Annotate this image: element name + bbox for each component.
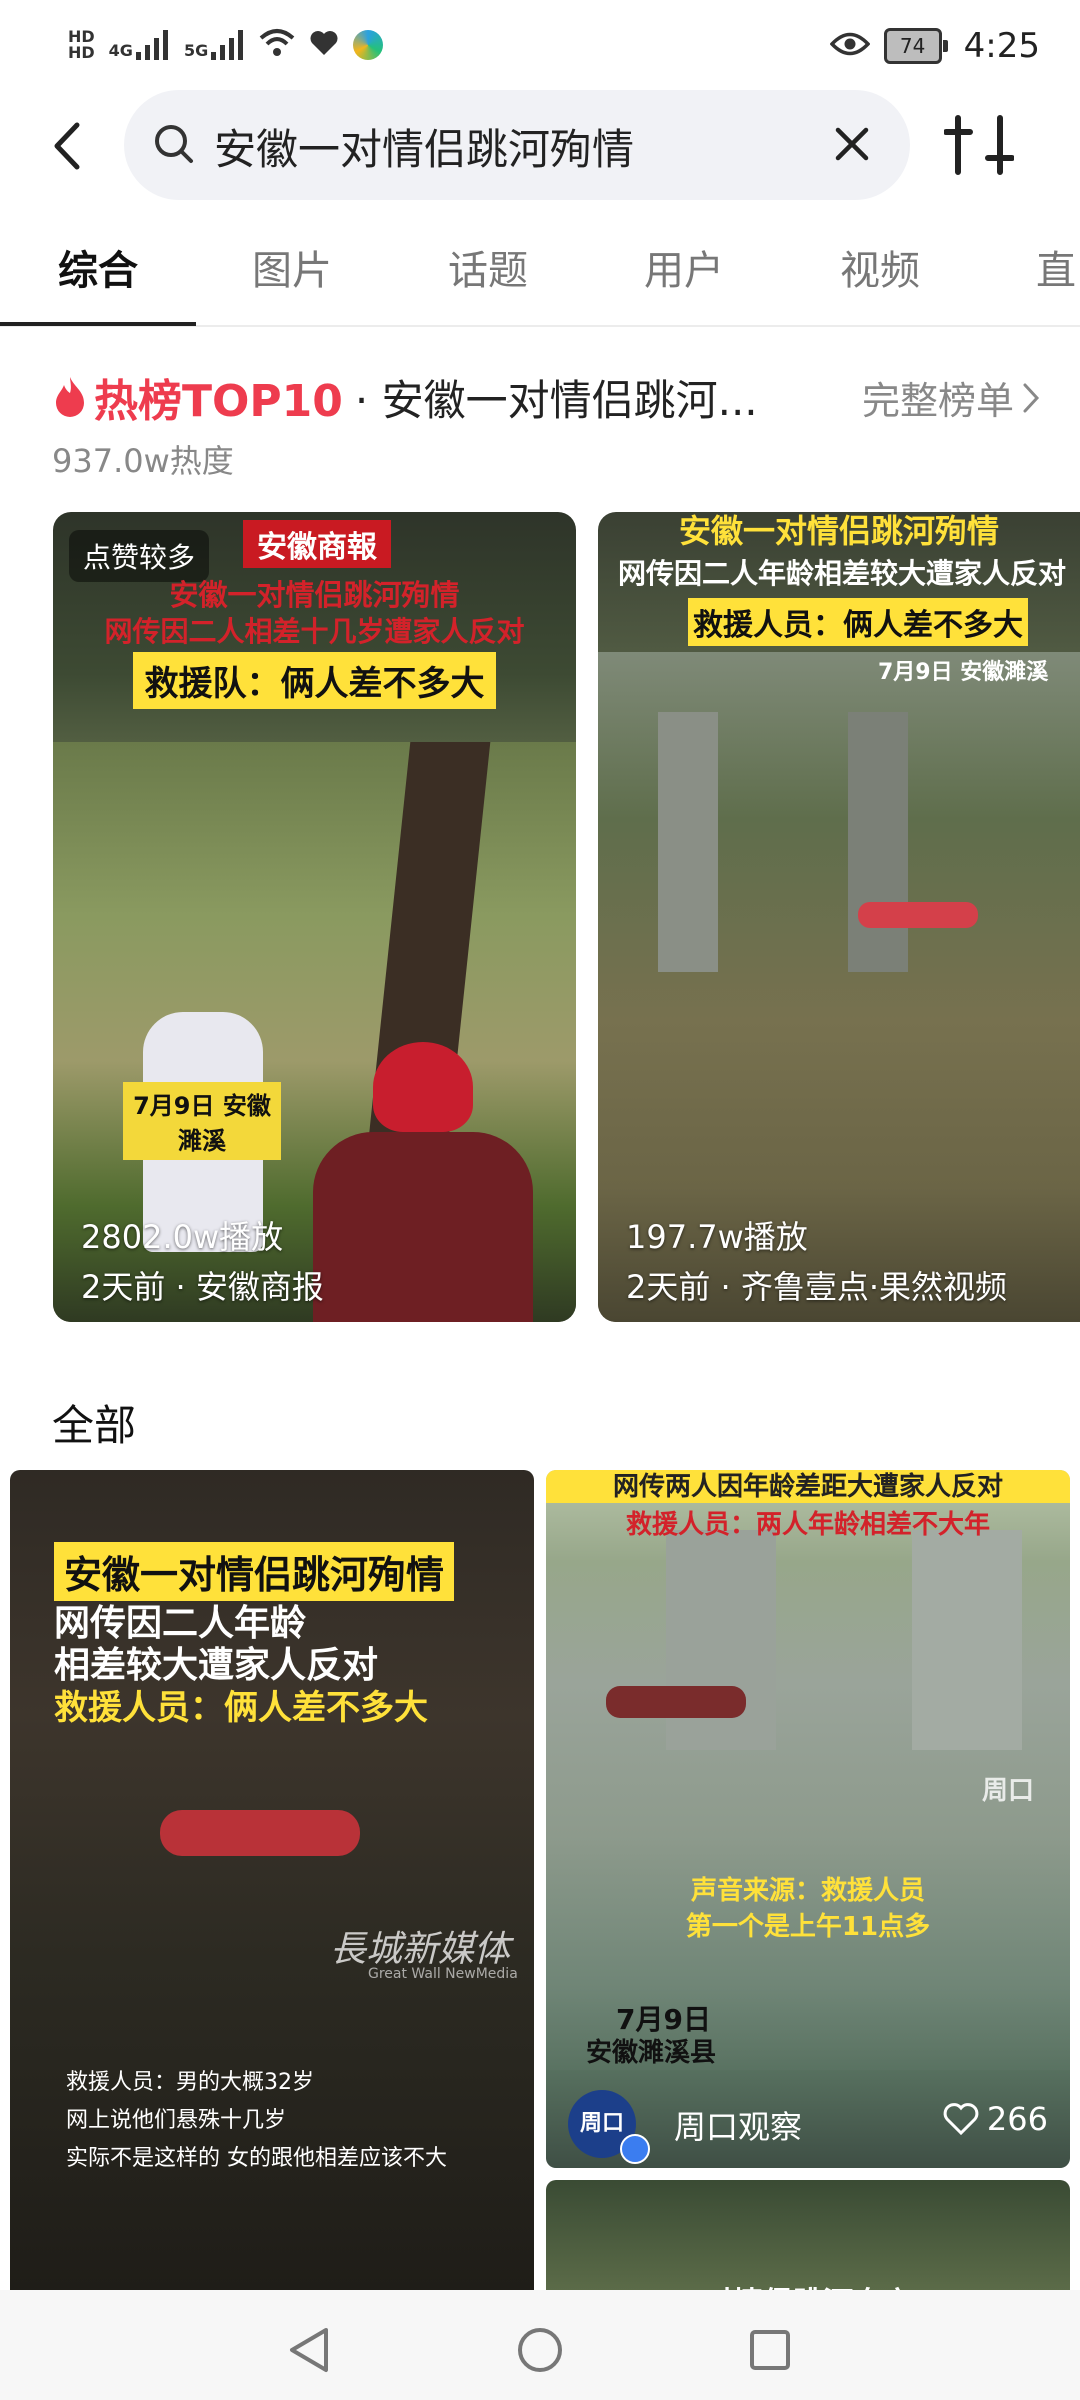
subtitle-line-1: 救援人员：男的大概32岁 [66, 2070, 314, 2095]
feed-video-card[interactable]: 安徽一对情侣跳河殉情 网传因二人年龄 相差较大遭家人反对 救援人员：俩人差不多大… [10, 1470, 534, 2290]
active-tab-indicator [0, 322, 196, 326]
search-input[interactable]: 安徽一对情侣跳河殉情 [124, 90, 910, 200]
feed-video-card[interactable]: 对情侣跳河身亡 [546, 2180, 1070, 2290]
subtitle-line-2: 第一个是上午11点多 [685, 1912, 931, 1942]
chevron-left-icon [54, 122, 80, 170]
hot-video-card[interactable]: 安徽一对情侣跳河殉情 网传因二人年龄相差较大遭家人反对 救援人员：俩人差不多大 … [598, 512, 1080, 1322]
caption-line-1: 安徽一对情侣跳河殉情 [169, 578, 460, 612]
tab-live[interactable]: 直 [1036, 238, 1076, 296]
author-name[interactable]: 周口观察 [674, 2102, 802, 2148]
brand-label: 安徽商報 [243, 520, 391, 568]
nav-recents-button[interactable] [740, 2320, 800, 2380]
avatar-text: 周口 [579, 2111, 624, 2136]
caption-line-1: 安徽一对情侣跳河殉情 [54, 1542, 455, 1601]
date-stamp: 7月9日 安徽濉溪 [878, 660, 1049, 685]
tab-videos[interactable]: 视频 [840, 238, 920, 296]
card-meta: 2天前 · 齐鲁壹点·果然视频 [626, 1268, 1008, 1306]
caption-line-2: 网传因二人相差十几岁遭家人反对 [104, 615, 525, 648]
like-button[interactable]: 266 [943, 2100, 1048, 2138]
verified-badge-icon [620, 2134, 650, 2164]
caption-line-4: 救援人员：俩人差不多大 [54, 1688, 428, 1728]
back-button[interactable] [38, 118, 94, 174]
rescue-boat [606, 1686, 746, 1718]
signal-5g-icon: 5G [184, 30, 245, 60]
caption-line-2: 救援人员：两人年龄相差不大年 [625, 1510, 990, 1540]
subtitle-line-1: 声音来源：救援人员 [690, 1876, 925, 1906]
status-icons-right: 74 4:25 [829, 26, 1040, 66]
card-meta: 2天前 · 安徽商报 [81, 1268, 324, 1306]
watermark: 長城新媒体 [330, 1929, 511, 1970]
bridge-pillar [848, 712, 908, 972]
caption-line-3: 救援队：俩人差不多大 [133, 652, 496, 709]
signal-4g-icon: 4G [109, 30, 170, 60]
hot-badge: 热榜TOP10 [94, 376, 343, 427]
flame-icon [56, 377, 84, 417]
feed-video-card[interactable]: 网传两人因年龄差距大遭家人反对 救援人员：两人年龄相差不大年 周口 声音来源：救… [546, 1470, 1070, 2168]
section-all-heading: 全部 [52, 1401, 137, 1450]
triangle-back-icon [290, 2328, 328, 2372]
like-count: 266 [986, 2100, 1048, 2138]
tab-comprehensive[interactable]: 综合 [58, 238, 138, 296]
watermark-en: Great Wall NewMedia [368, 1966, 518, 1982]
wifi-icon [259, 28, 295, 62]
caption-line-1: 对情侣跳河身亡 [546, 2278, 1070, 2290]
eye-comfort-icon [829, 26, 871, 66]
caption-line-3: 救援人员：俩人差不多大 [688, 598, 1028, 646]
full-list-link[interactable]: 完整榜单 [862, 370, 1040, 425]
person-helmet [373, 1042, 473, 1132]
rescue-boat [858, 902, 978, 928]
play-count: 2802.0w播放 [81, 1218, 284, 1256]
heat-value: 937.0w热度 [52, 442, 234, 480]
date-stamp: 7月9日 安徽濉溪 [123, 1082, 281, 1160]
filter-button[interactable] [943, 114, 1015, 176]
caption-line-2: 网传因二人年龄相差较大遭家人反对 [618, 557, 1067, 590]
caption-line-1: 网传两人因年龄差距大遭家人反对 [546, 1470, 1070, 1503]
subtitle-line-3: 实际不是这样的 女的跟他相差应该不大 [66, 2146, 447, 2171]
system-nav-bar [0, 2290, 1080, 2400]
status-bar: HD HD 4G 5G 74 4:25 [0, 0, 1080, 100]
search-query[interactable]: 安徽一对情侣跳河殉情 [214, 116, 634, 177]
person-shirt [313, 1132, 533, 1322]
tab-topics[interactable]: 话题 [448, 238, 528, 296]
app-notification-icon [353, 30, 384, 60]
bridge-pillar [658, 712, 718, 972]
circle-home-icon [518, 2328, 562, 2372]
square-recents-icon [750, 2330, 790, 2370]
clear-icon[interactable] [830, 122, 874, 170]
play-count: 197.7w播放 [626, 1218, 808, 1256]
hot-topic: · 安徽一对情侣跳河... [354, 375, 758, 425]
tab-images[interactable]: 图片 [252, 238, 332, 296]
heart-health-icon [309, 29, 339, 61]
nav-home-button[interactable] [510, 2320, 570, 2380]
search-header: 安徽一对情侣跳河殉情 [0, 90, 1080, 200]
search-icon [152, 122, 196, 170]
subtitle-line-2: 网上说他们悬殊十几岁 [66, 2108, 287, 2133]
filter-sliders-icon [943, 115, 1015, 175]
channel-logo: 周口 [982, 1776, 1035, 1806]
tab-users[interactable]: 用户 [644, 238, 724, 296]
hot-list-title[interactable]: 热榜TOP10 · 安徽一对情侣跳河... [52, 365, 758, 429]
clock: 4:25 [963, 26, 1040, 66]
date-stamp-2: 安徽濉溪县 [586, 2038, 717, 2068]
hot-video-card[interactable]: 点赞较多 安徽商報 安徽一对情侣跳河殉情 网传因二人相差十几岁遭家人反对 救援队… [53, 512, 576, 1322]
rescue-boat [160, 1810, 360, 1856]
search-tabs: 综合 图片 话题 用户 视频 直 [0, 230, 1080, 327]
caption-line-1: 安徽一对情侣跳河殉情 [678, 512, 999, 550]
bridge-pillar [912, 1530, 1022, 1750]
hd-icon: HD HD [68, 27, 95, 62]
chevron-right-icon [1023, 383, 1040, 412]
battery-icon: 74 [883, 28, 948, 64]
status-icons-left: HD HD 4G 5G [68, 27, 384, 62]
nav-back-button[interactable] [278, 2320, 338, 2380]
heart-icon [943, 2103, 979, 2136]
full-list-label: 完整榜单 [861, 379, 1014, 423]
